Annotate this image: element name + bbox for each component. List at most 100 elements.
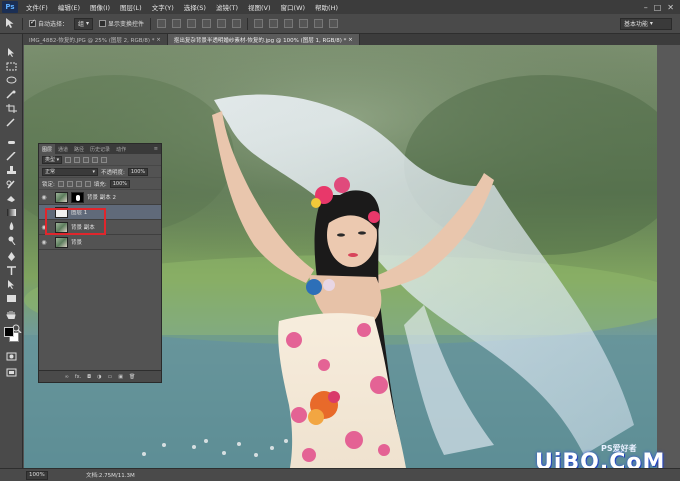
- history-brush-tool-icon[interactable]: [6, 180, 17, 189]
- hand-tool-icon[interactable]: [6, 310, 17, 320]
- menu-filter[interactable]: 滤镜(T): [211, 2, 243, 12]
- layer-row[interactable]: ◉ 背景 副本 2: [39, 190, 161, 205]
- clone-stamp-tool-icon[interactable]: [6, 166, 17, 175]
- lock-all-icon[interactable]: [84, 180, 91, 187]
- align-right-icon[interactable]: [231, 19, 241, 28]
- window-controls: – □ ✕: [644, 3, 680, 12]
- healing-brush-tool-icon[interactable]: [6, 138, 17, 147]
- distribute-right-icon[interactable]: [328, 19, 338, 28]
- menu-edit[interactable]: 编辑(E): [53, 2, 85, 12]
- close-tab-icon[interactable]: ×: [156, 37, 161, 43]
- filter-type-icon[interactable]: [83, 156, 90, 163]
- move-tool-icon[interactable]: [4, 17, 16, 31]
- blur-tool-icon[interactable]: [6, 222, 17, 231]
- document-tab-bar: IMG_4882-恢复的.JPG @ 25% (图层 2, RGB/8) * ×…: [23, 34, 680, 45]
- tab-channels[interactable]: 通道: [55, 146, 71, 153]
- tab-paths[interactable]: 路径: [71, 146, 87, 153]
- adjustment-layer-icon[interactable]: ◑: [97, 374, 101, 380]
- blend-mode-dropdown[interactable]: 正常 ▾: [42, 167, 98, 176]
- auto-select-option[interactable]: 自动选择：: [29, 18, 69, 28]
- type-tool-icon[interactable]: [6, 266, 17, 275]
- distribute-bottom-icon[interactable]: [283, 19, 293, 28]
- tab-document-1[interactable]: IMG_4882-恢复的.JPG @ 25% (图层 2, RGB/8) * ×: [23, 34, 168, 45]
- menu-layer[interactable]: 图层(L): [115, 2, 147, 12]
- pen-tool-icon[interactable]: [6, 252, 17, 261]
- distribute-top-icon[interactable]: [253, 19, 263, 28]
- foreground-color-swatch[interactable]: [4, 327, 14, 337]
- distribute-center-icon[interactable]: [313, 19, 323, 28]
- brush-tool-icon[interactable]: [6, 151, 17, 161]
- tab-actions[interactable]: 动作: [113, 146, 129, 153]
- delete-layer-icon[interactable]: 🗑: [129, 374, 135, 380]
- new-group-icon[interactable]: ▭: [108, 374, 113, 380]
- layer-mask-thumbnail[interactable]: [71, 191, 84, 203]
- eyedropper-tool-icon[interactable]: [6, 118, 17, 127]
- link-layers-icon[interactable]: ∞: [65, 374, 69, 380]
- distribute-middle-icon[interactable]: [268, 19, 278, 28]
- distribute-left-icon[interactable]: [298, 19, 308, 28]
- layer-style-button[interactable]: fx.: [75, 374, 81, 380]
- annotation-highlight-box: [45, 208, 106, 235]
- marquee-tool-icon[interactable]: [6, 62, 17, 71]
- fill-input[interactable]: 100%: [109, 179, 131, 188]
- new-layer-icon[interactable]: ▣: [118, 374, 123, 380]
- show-transform-checkbox[interactable]: [98, 20, 106, 27]
- auto-select-label: 自动选择：: [38, 21, 69, 28]
- auto-select-checkbox[interactable]: [29, 18, 36, 27]
- filter-kind-dropdown[interactable]: 类型 ▾: [42, 155, 63, 164]
- align-middle-icon[interactable]: [171, 19, 181, 28]
- filter-shape-icon[interactable]: [92, 156, 99, 163]
- show-transform-option[interactable]: 显示变换控件: [98, 19, 144, 28]
- opacity-input[interactable]: 100%: [127, 167, 149, 176]
- screen-mode-icon[interactable]: [6, 368, 17, 377]
- panel-menu-icon[interactable]: ≡: [151, 146, 161, 152]
- lock-position-icon[interactable]: [75, 180, 82, 187]
- add-mask-icon[interactable]: ◘: [87, 374, 91, 380]
- dodge-tool-icon[interactable]: [6, 236, 17, 246]
- maximize-icon[interactable]: □: [654, 3, 662, 12]
- close-icon[interactable]: ✕: [667, 3, 674, 12]
- shape-tool-icon[interactable]: [6, 294, 17, 303]
- filter-pixel-icon[interactable]: [65, 156, 72, 163]
- separator: [149, 17, 151, 30]
- auto-select-dropdown[interactable]: 组 ▾: [74, 17, 93, 30]
- quick-mask-icon[interactable]: [6, 352, 17, 361]
- align-center-icon[interactable]: [216, 19, 226, 28]
- menu-select[interactable]: 选择(S): [179, 2, 211, 12]
- layers-panel-footer: ∞ fx. ◘ ◑ ▭ ▣ 🗑: [39, 370, 161, 382]
- visibility-eye-icon[interactable]: ◉: [39, 194, 49, 201]
- layer-row[interactable]: ◉ 背景: [39, 235, 161, 250]
- opacity-label: 不透明度:: [101, 169, 125, 176]
- tab-history[interactable]: 历史记录: [87, 146, 113, 153]
- align-top-icon[interactable]: [156, 19, 166, 28]
- gradient-tool-icon[interactable]: [6, 208, 17, 217]
- align-left-icon[interactable]: [201, 19, 211, 28]
- close-tab-icon[interactable]: ×: [348, 37, 353, 43]
- filter-adjustment-icon[interactable]: [74, 156, 81, 163]
- document-size-info[interactable]: 文档:2.75M/11.3M: [86, 471, 135, 479]
- move-tool-icon[interactable]: [6, 48, 17, 57]
- tab-layers[interactable]: 图层: [39, 144, 56, 154]
- tab-document-2[interactable]: 抠出复杂背景半透明婚纱素材-恢复的.jpg @ 100% (图层 1, RGB/…: [167, 34, 360, 45]
- workspace-dropdown[interactable]: 基本功能 ▾: [620, 17, 672, 30]
- menu-file[interactable]: 文件(F): [21, 2, 53, 12]
- menu-image[interactable]: 图像(I): [85, 2, 115, 12]
- minimize-icon[interactable]: –: [644, 3, 648, 12]
- lock-transparent-icon[interactable]: [57, 180, 64, 187]
- menu-window[interactable]: 窗口(W): [276, 2, 311, 12]
- visibility-eye-icon[interactable]: ◉: [39, 239, 49, 246]
- zoom-level-input[interactable]: 100%: [26, 470, 48, 480]
- align-bottom-icon[interactable]: [186, 19, 196, 28]
- crop-tool-icon[interactable]: [6, 104, 17, 113]
- lock-image-icon[interactable]: [66, 180, 73, 187]
- lasso-tool-icon[interactable]: [6, 76, 17, 85]
- path-selection-tool-icon[interactable]: [6, 280, 17, 289]
- layer-filter-row: 类型 ▾: [39, 154, 161, 166]
- fill-label: 填充:: [93, 181, 107, 188]
- filter-smart-object-icon[interactable]: [101, 156, 108, 163]
- menu-view[interactable]: 视图(V): [243, 2, 276, 12]
- menu-help[interactable]: 帮助(H): [310, 2, 343, 12]
- quick-select-tool-icon[interactable]: [6, 90, 17, 99]
- eraser-tool-icon[interactable]: [6, 194, 17, 203]
- menu-type[interactable]: 文字(Y): [147, 2, 179, 12]
